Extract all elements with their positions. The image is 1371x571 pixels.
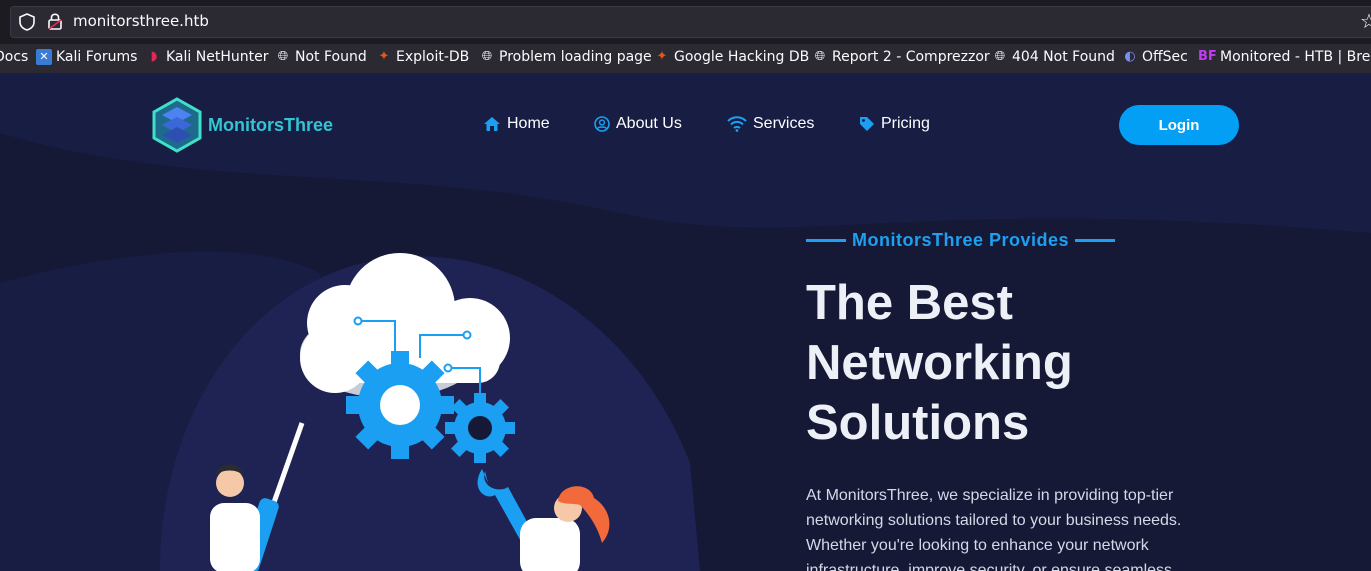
shield-icon[interactable] [18, 12, 36, 32]
logo-icon [152, 97, 202, 153]
nav-label: Home [507, 115, 550, 132]
bf-icon: BF [1198, 49, 1217, 64]
nav-label: Services [753, 115, 815, 132]
bookmark-not-found[interactable]: 🌐︎ Not Found [275, 49, 367, 65]
person-with-screwdriver [210, 422, 305, 571]
hero-eyebrow: MonitorsThree Provides [806, 230, 1116, 251]
bookmark-label: Docs [0, 49, 29, 65]
bookmark-label: OffSec [1142, 49, 1188, 65]
bookmark-monitored-htb[interactable]: BF Monitored - HTB | Bre… [1198, 49, 1371, 65]
bookmark-label: Google Hacking DB [674, 49, 810, 65]
offsec-icon: ◐ [1124, 49, 1136, 64]
bookmark-google-hacking-db[interactable]: ✦ Google Hacking DB [654, 49, 810, 65]
nav-about[interactable]: About Us [594, 115, 682, 133]
bookmark-exploit-db[interactable]: ✦ Exploit-DB [376, 49, 470, 65]
login-button[interactable]: Login [1119, 105, 1239, 145]
bookmark-404[interactable]: 🌐︎ 404 Not Found [992, 49, 1115, 65]
headline-line-3: Solutions [806, 396, 1030, 450]
logo-text: MonitorsThree [208, 114, 334, 135]
kali-forums-icon: ✕ [36, 49, 52, 65]
hero-headline: The Best Networking Solutions [806, 273, 1206, 453]
exploit-db-icon: ✦ [656, 49, 668, 64]
bookmark-docs[interactable]: Docs [0, 49, 28, 65]
gear-icon [445, 393, 515, 463]
nav-services[interactable]: Services [727, 115, 814, 133]
globe-icon: 🌐︎ [994, 49, 1006, 64]
browser-toolbar: monitorsthree.htb ☆ [0, 0, 1371, 44]
globe-icon: 🌐︎ [277, 49, 289, 64]
web-page: MonitorsThree Home About Us Services Pri… [0, 73, 1371, 571]
bookmark-label: Kali Forums [56, 49, 138, 65]
bookmark-label: 404 Not Found [1012, 49, 1115, 65]
url-bar[interactable] [10, 6, 1371, 38]
headline-line-2: Networking [806, 336, 1073, 390]
bookmark-label: Monitored - HTB | Bre… [1220, 49, 1371, 65]
user-circle-icon [594, 116, 610, 132]
wifi-icon [727, 116, 747, 132]
bookmark-kali-forums[interactable]: ✕ Kali Forums [36, 49, 137, 65]
url-text[interactable]: monitorsthree.htb [73, 12, 209, 30]
bookmark-label: Problem loading page [499, 49, 652, 65]
eyebrow-line-left [806, 239, 846, 242]
bookmarks-bar: Docs ✕ Kali Forums ◗ Kali NetHunter 🌐︎ N… [0, 44, 1371, 73]
bookmark-label: Report 2 - Comprezzor [832, 49, 990, 65]
eyebrow-text: MonitorsThree Provides [852, 230, 1070, 250]
home-icon [484, 117, 500, 131]
bookmark-label: Not Found [295, 49, 367, 65]
bookmark-problem-loading[interactable]: 🌐︎ Problem loading page [479, 49, 652, 65]
gear-icon [346, 351, 454, 459]
globe-icon: 🌐︎ [814, 49, 826, 64]
hero-illustration [210, 253, 610, 571]
kali-nethunter-icon: ◗ [150, 49, 158, 64]
exploit-db-icon: ✦ [378, 49, 390, 64]
person-with-wrench [477, 469, 610, 571]
bookmark-kali-nethunter[interactable]: ◗ Kali NetHunter [146, 49, 269, 65]
nav-label: Pricing [881, 115, 930, 132]
bookmark-label: Exploit-DB [396, 49, 470, 65]
bookmark-report-2[interactable]: 🌐︎ Report 2 - Comprezzor [812, 49, 990, 65]
tag-icon [860, 117, 874, 131]
nav-pricing[interactable]: Pricing [859, 115, 930, 133]
eyebrow-line-right [1075, 239, 1116, 242]
headline-line-1: The Best [806, 276, 1013, 330]
globe-icon: 🌐︎ [481, 49, 493, 64]
nav-home[interactable]: Home [483, 115, 550, 133]
site-logo[interactable]: MonitorsThree [152, 97, 333, 153]
bookmark-offsec[interactable]: ◐ OffSec [1122, 49, 1188, 65]
bookmark-label: Kali NetHunter [166, 49, 269, 65]
hero-paragraph: At MonitorsThree, we specialize in provi… [806, 487, 1182, 571]
nav-label: About Us [616, 115, 682, 132]
bookmark-star-icon[interactable]: ☆ [1360, 9, 1371, 33]
lock-icon[interactable] [46, 12, 64, 32]
